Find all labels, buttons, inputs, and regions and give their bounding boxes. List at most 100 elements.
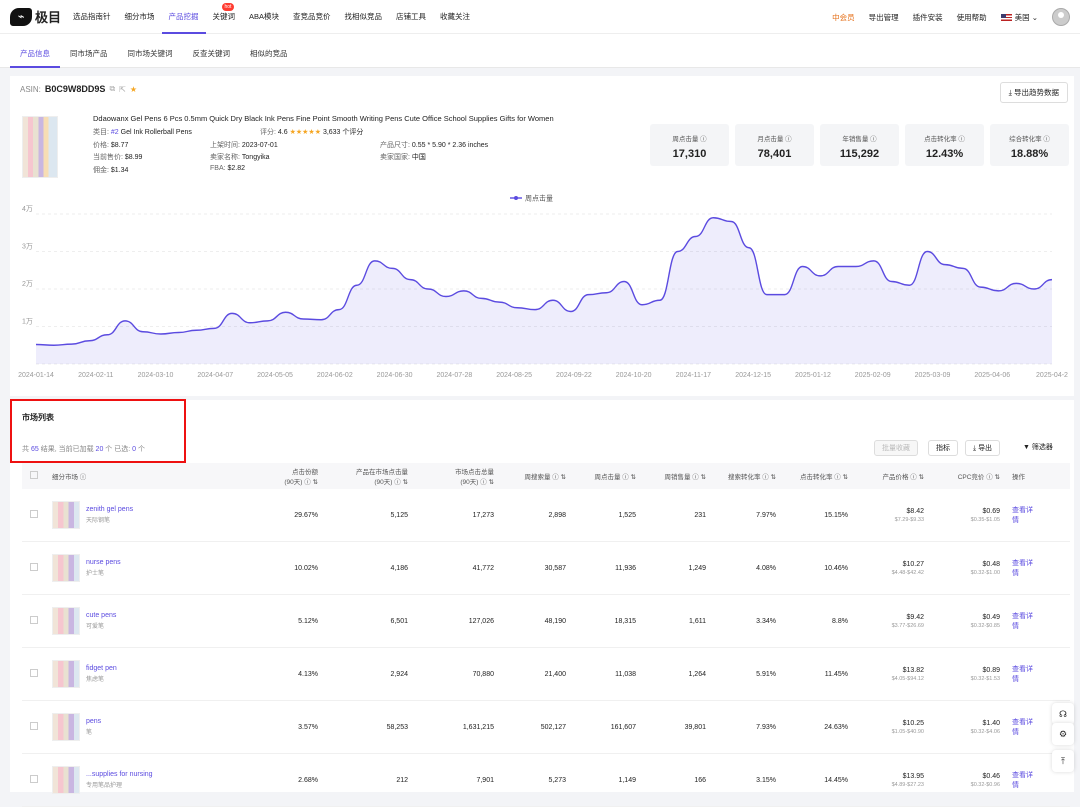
column-header[interactable]: 搜索转化率 ⓘ ⇅ [712, 471, 782, 481]
column-header[interactable]: 周搜索量 ⓘ ⇅ [500, 471, 572, 481]
nav-item-8[interactable]: 收藏关注 [433, 0, 477, 34]
favorite-star-icon[interactable]: ★ [130, 85, 137, 94]
view-details-link[interactable]: 查看详情 [1006, 611, 1042, 631]
filter-button[interactable]: ▼ 筛选器 [1016, 440, 1060, 456]
market-name-cn: 天际钢笔 [86, 518, 111, 524]
market-name-link[interactable]: ...supplies for nursing [86, 771, 153, 778]
view-details-link[interactable]: 查看详情 [1006, 505, 1042, 525]
region-selector[interactable]: 美国 ⌄ [1000, 12, 1038, 23]
market-thumbnail [52, 607, 80, 635]
weekly-sales: 166 [694, 776, 706, 784]
plugin-install-link[interactable]: 插件安装 [913, 12, 943, 23]
column-header[interactable]: 周销售量 ⓘ ⇅ [642, 471, 712, 481]
select-all-checkbox[interactable] [22, 471, 46, 481]
weekly-sales: 39,801 [684, 723, 706, 731]
column-header[interactable]: 产品价格 ⓘ ⇅ [854, 471, 930, 481]
market-name-link[interactable]: nurse pens [86, 559, 121, 566]
column-header[interactable]: 市场点击总量 (90天) ⓘ ⇅ [414, 466, 500, 486]
view-details-link[interactable]: 查看详情 [1006, 770, 1042, 790]
x-tick-label: 2025-02-09 [855, 372, 891, 379]
price-cell: $13.82 $4.05-$94.12 [891, 666, 924, 682]
nav-item-4[interactable]: ABA模块 [242, 0, 286, 34]
market-table: 细分市场 ⓘ 点击份额 (90天) ⓘ ⇅ 产品在市场点击量 (90天) ⓘ ⇅ 市场… [22, 463, 1070, 807]
product-clicks: 2,924 [390, 670, 408, 678]
vip-link[interactable]: 中会员 [832, 12, 855, 23]
avatar[interactable] [1052, 8, 1070, 26]
category-link[interactable]: Gel Ink Rollerball Pens [121, 129, 192, 136]
market-cell: zenith gel pens 天际钢笔 [46, 501, 226, 529]
product-image[interactable] [22, 116, 58, 178]
market-name-link[interactable]: zenith gel pens [86, 506, 133, 513]
column-header[interactable]: 产品在市场点击量 (90天) ⓘ ⇅ [324, 466, 414, 486]
share-icon[interactable]: ⇱ [119, 85, 126, 94]
country-row: 卖家国家: 中国 [380, 154, 426, 161]
subtab-1[interactable]: 同市场产品 [60, 34, 118, 68]
column-header[interactable]: 细分市场 ⓘ [46, 471, 226, 481]
market-name-link[interactable]: pens [86, 718, 101, 725]
market-thumbnail [52, 554, 80, 582]
size-row: 产品尺寸: 0.55 * 5.90 * 2.36 inches [380, 142, 489, 149]
nav-item-6[interactable]: 找相似竞品 [338, 0, 390, 34]
weekly-search: 21,400 [544, 670, 566, 678]
nav-item-7[interactable]: 店铺工具 [389, 0, 433, 34]
metric-card: 周点击量 ⓘ 17,310 [650, 124, 729, 166]
batch-favorite-button[interactable]: 批量收藏 [874, 440, 918, 456]
metrics-button[interactable]: 指标 [928, 440, 958, 456]
click-conversion: 11.45% [824, 670, 848, 678]
back-to-top-icon[interactable]: ⤒ [1052, 750, 1074, 772]
export-trend-button[interactable]: ⤓ 导出趋势数据 [999, 82, 1068, 103]
price-row: 价格: $8.77 [93, 142, 129, 149]
support-icon[interactable]: ☊ [1052, 703, 1074, 725]
us-flag-icon [1000, 14, 1012, 22]
subtab-0[interactable]: 产品信息 [10, 34, 60, 68]
seller-row: 卖家名称: Tongyika [210, 154, 270, 161]
row-checkbox[interactable] [22, 563, 46, 573]
row-checkbox[interactable] [22, 775, 46, 785]
market-name-link[interactable]: fidget pen [86, 665, 117, 672]
nav-item-5[interactable]: 查竞品竞价 [286, 0, 338, 34]
column-header[interactable]: 点击转化率 ⓘ ⇅ [782, 471, 854, 481]
cpc-cell: $0.49 $0.32-$0.85 [970, 613, 1000, 629]
asin-row: ASIN: B0C9W8DD9S ⧉ ⇱ ★ [20, 84, 138, 94]
product-clicks: 4,186 [390, 564, 408, 572]
subtab-3[interactable]: 反查关键词 [183, 34, 241, 68]
view-details-link[interactable]: 查看详情 [1006, 558, 1042, 578]
row-checkbox[interactable] [22, 669, 46, 679]
view-details-link[interactable]: 查看详情 [1006, 664, 1042, 684]
row-checkbox[interactable] [22, 616, 46, 626]
export-button[interactable]: ⤓ 导出 [965, 440, 1001, 456]
help-link[interactable]: 使用帮助 [957, 12, 987, 23]
column-header[interactable]: 点击份额 (90天) ⓘ ⇅ [226, 466, 324, 486]
settings-icon[interactable]: ⚙ [1052, 723, 1074, 745]
copy-icon[interactable]: ⧉ [109, 84, 115, 94]
launch-row: 上架时间: 2023-07-01 [210, 142, 278, 149]
info-icon: ⓘ [958, 136, 965, 143]
row-checkbox[interactable] [22, 722, 46, 732]
column-header[interactable]: 周点击量 ⓘ ⇅ [572, 471, 642, 481]
nav-item-3[interactable]: 关键词 hot [206, 0, 243, 34]
nav-item-2[interactable]: 产品挖掘 [161, 0, 206, 34]
row-checkbox[interactable] [22, 510, 46, 520]
weekly-sales: 1,264 [688, 670, 706, 678]
logo-icon: ⌁ [10, 7, 32, 26]
price-cell: $13.95 $4.89-$27.23 [891, 772, 924, 788]
market-clicks: 127,026 [468, 617, 494, 625]
subtab-2[interactable]: 同市场关键词 [118, 34, 183, 68]
download-icon: ⤓ [1008, 88, 1012, 97]
market-list-panel: 市场列表 共 65 结果, 当前已加载 20 个 已选: 0 个 批量收藏 指标… [10, 399, 1074, 807]
product-clicks: 6,501 [390, 617, 408, 625]
info-icon: ⓘ [870, 136, 877, 143]
nav-item-0[interactable]: 选品指南针 [66, 0, 118, 34]
cpc-cell: $0.89 $0.32-$1.53 [970, 666, 1000, 682]
app-logo[interactable]: ⌁ 极目 [10, 7, 61, 26]
category-row: 类目: #2 Gel Ink Rollerball Pens [93, 129, 192, 136]
product-title[interactable]: Ddaowanx Gel Pens 6 Pcs 0.5mm Quick Dry … [93, 114, 554, 123]
weekly-search: 48,190 [544, 617, 566, 625]
column-header[interactable]: CPC竞价 ⓘ ⇅ [930, 471, 1006, 481]
export-manage-link[interactable]: 导出管理 [869, 12, 899, 23]
series-area [36, 217, 1052, 364]
nav-item-1[interactable]: 细分市场 [118, 0, 162, 34]
view-details-link[interactable]: 查看详情 [1006, 717, 1042, 737]
market-name-link[interactable]: cute pens [86, 612, 116, 619]
subtab-4[interactable]: 相似的竞品 [240, 34, 298, 68]
